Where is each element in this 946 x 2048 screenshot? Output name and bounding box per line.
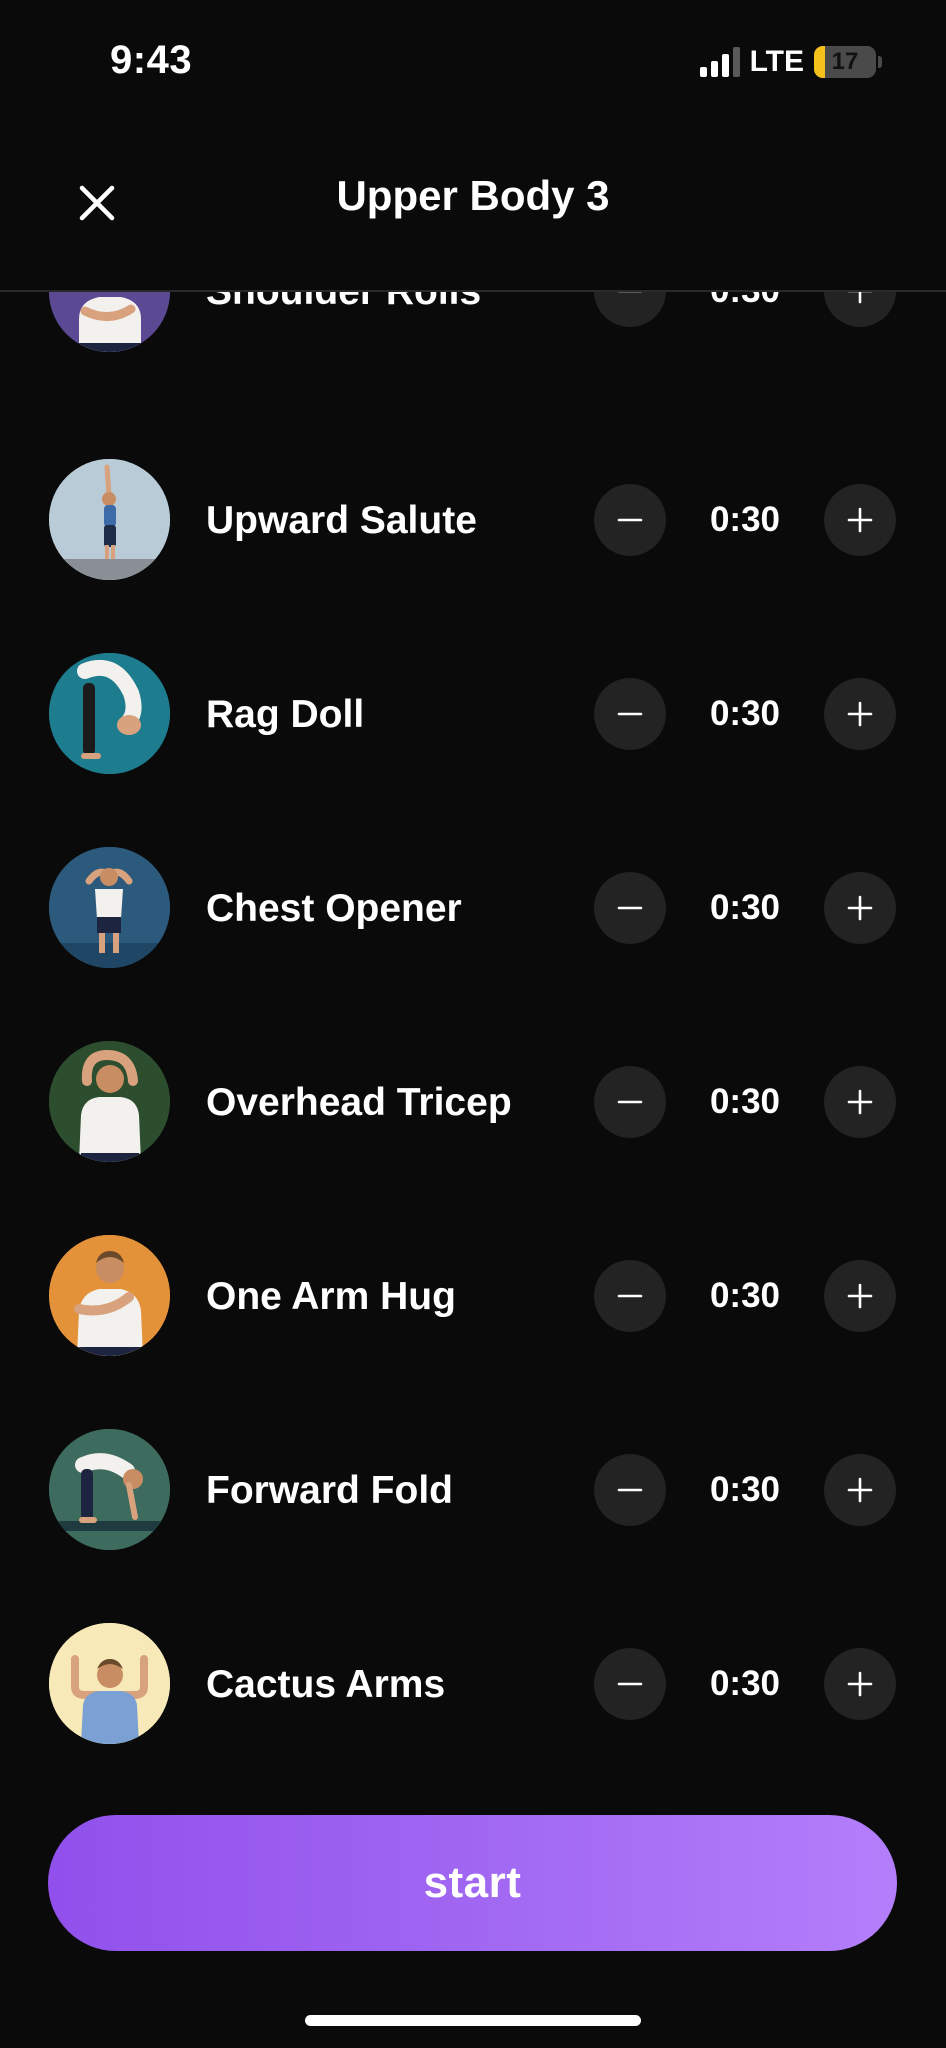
- exercise-name: Chest Opener: [206, 887, 462, 930]
- status-time: 9:43: [110, 38, 193, 82]
- exercise-name: Forward Fold: [206, 1469, 453, 1512]
- increase-duration-button[interactable]: [824, 1454, 896, 1526]
- exercise-row: One Arm Hug 0:30: [0, 1165, 946, 1359]
- duration-value: 0:30: [709, 1082, 781, 1121]
- home-indicator[interactable]: [305, 2015, 641, 2026]
- minus-icon: [617, 518, 643, 522]
- minus-icon: [617, 906, 643, 910]
- increase-duration-button[interactable]: [824, 1648, 896, 1720]
- exercise-thumbnail: [49, 1429, 170, 1550]
- decrease-duration-button[interactable]: [594, 1648, 666, 1720]
- plus-icon: [847, 1671, 873, 1697]
- exercise-row: Overhead Tricep 0:30: [0, 971, 946, 1165]
- exercise-thumbnail: [49, 1623, 170, 1744]
- decrease-duration-button[interactable]: [594, 484, 666, 556]
- exercise-row: Shoulder Rolls 0:30: [0, 280, 946, 389]
- increase-duration-button[interactable]: [824, 1066, 896, 1138]
- start-button[interactable]: start: [48, 1815, 897, 1951]
- exercise-name: Upward Salute: [206, 499, 477, 542]
- increase-duration-button[interactable]: [824, 484, 896, 556]
- status-bar: 9:43 LTE 17: [0, 0, 946, 120]
- plus-icon: [847, 895, 873, 921]
- plus-icon: [847, 701, 873, 727]
- exercise-name: One Arm Hug: [206, 1275, 456, 1318]
- exercise-row: Forward Fold 0:30: [0, 1359, 946, 1553]
- duration-value: 0:30: [709, 500, 781, 539]
- start-label: start: [423, 1858, 522, 1907]
- decrease-duration-button[interactable]: [594, 678, 666, 750]
- exercise-name: Rag Doll: [206, 693, 365, 736]
- increase-duration-button[interactable]: [824, 1260, 896, 1332]
- exercise-row: Chest Opener 0:30: [0, 777, 946, 971]
- battery-cap: [878, 56, 882, 68]
- decrease-duration-button[interactable]: [594, 872, 666, 944]
- duration-value: 0:30: [709, 694, 781, 733]
- plus-icon: [847, 1477, 873, 1503]
- plus-icon: [847, 507, 873, 533]
- exercise-row: Cactus Arms 0:30: [0, 1553, 946, 1747]
- minus-icon: [617, 1682, 643, 1686]
- minus-icon: [617, 712, 643, 716]
- exercise-thumbnail: [49, 1235, 170, 1356]
- battery-level: 17: [831, 48, 859, 75]
- exercise-list[interactable]: Shoulder Rolls 0:30 Upward Salute 0:30 R…: [0, 280, 946, 1780]
- exercise-thumbnail: [49, 847, 170, 968]
- duration-value: 0:30: [709, 1664, 781, 1703]
- battery-fill: [814, 46, 825, 78]
- plus-icon: [847, 1089, 873, 1115]
- battery-icon: 17: [814, 46, 876, 78]
- network-type: LTE: [749, 45, 804, 78]
- duration-value: 0:30: [709, 1276, 781, 1315]
- plus-icon: [847, 1283, 873, 1309]
- exercise-row: Rag Doll 0:30: [0, 583, 946, 777]
- exercise-row: Upward Salute 0:30: [0, 389, 946, 583]
- signal-strength-icon: [699, 47, 740, 77]
- exercise-thumbnail: [49, 1041, 170, 1162]
- decrease-duration-button[interactable]: [594, 1260, 666, 1332]
- duration-value: 0:30: [709, 888, 781, 927]
- page-title: Upper Body 3: [336, 172, 610, 219]
- decrease-duration-button[interactable]: [594, 1454, 666, 1526]
- increase-duration-button[interactable]: [824, 678, 896, 750]
- increase-duration-button[interactable]: [824, 872, 896, 944]
- minus-icon: [617, 1488, 643, 1492]
- exercise-thumbnail: [49, 459, 170, 580]
- status-indicators: LTE 17: [699, 44, 882, 80]
- duration-value: 0:30: [709, 1470, 781, 1509]
- exercise-name: Cactus Arms: [206, 1663, 446, 1706]
- decrease-duration-button[interactable]: [594, 1066, 666, 1138]
- exercise-thumbnail: [49, 653, 170, 774]
- minus-icon: [617, 1294, 643, 1298]
- minus-icon: [617, 1100, 643, 1104]
- header: Upper Body 3: [0, 120, 946, 292]
- exercise-name: Overhead Tricep: [206, 1081, 512, 1124]
